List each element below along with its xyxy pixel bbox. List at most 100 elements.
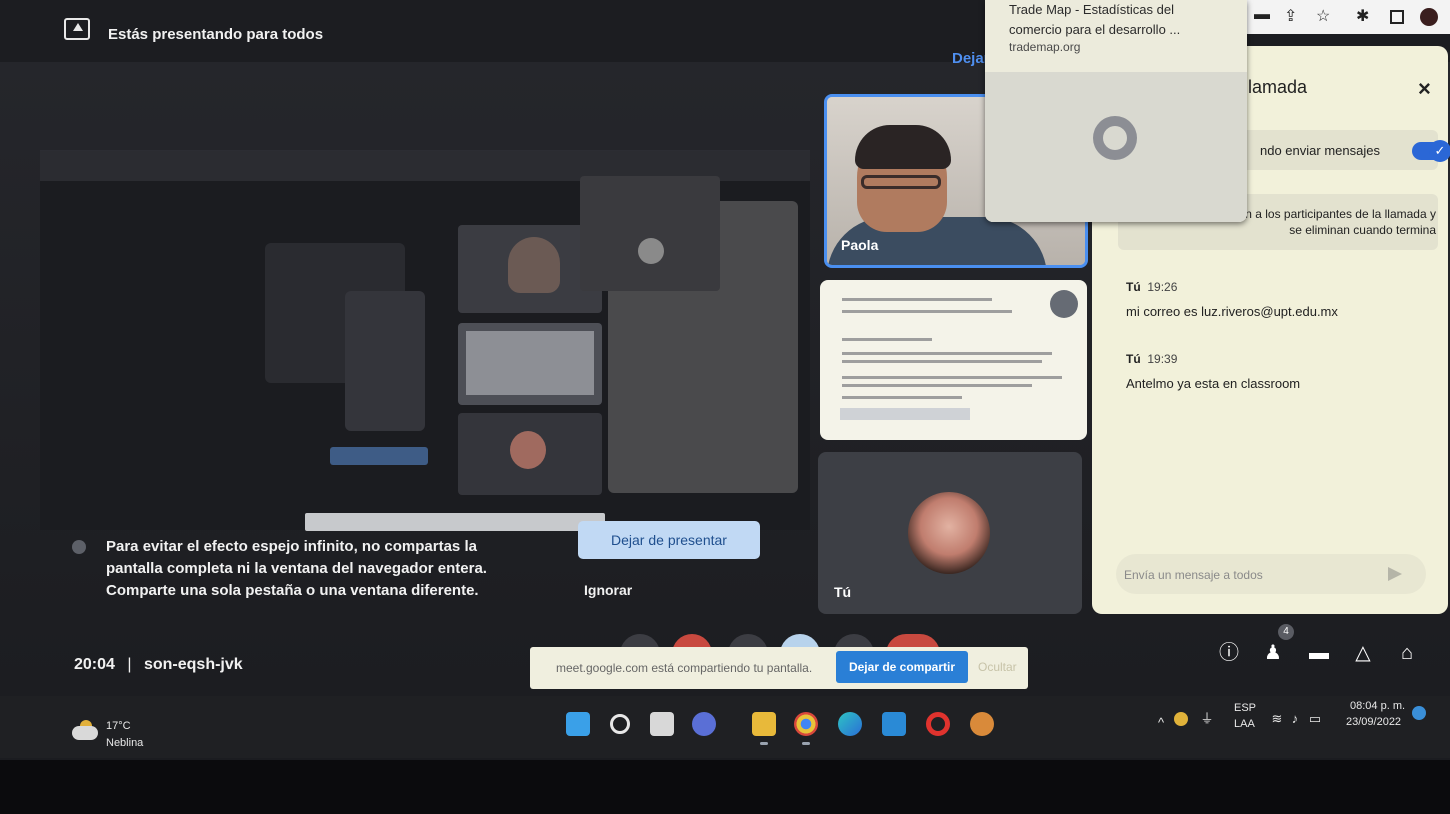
screen-share-notification-bar: meet.google.com está compartiendo tu pan… <box>530 647 1028 689</box>
stop-presenting-button[interactable]: Dejar de presentar <box>578 521 760 559</box>
hide-link[interactable]: Ocultar <box>978 660 1017 674</box>
extensions-puzzle-icon[interactable]: ✱ <box>1356 6 1369 26</box>
paint-icon[interactable] <box>970 712 994 736</box>
share-icon[interactable]: ⇪ <box>1284 6 1297 26</box>
notifications-icon[interactable] <box>1412 706 1426 720</box>
send-icon[interactable] <box>1388 567 1402 581</box>
stop-presenting-link[interactable]: Dejar <box>952 50 990 67</box>
meeting-separator: | <box>127 656 132 673</box>
mirror-document-content <box>466 331 594 395</box>
clock-time[interactable]: 08:04 p. m. <box>1350 700 1405 712</box>
monitor-screen: Estás presentando para todos Dejar ▬ ⇪ ☆… <box>0 0 1450 814</box>
globe-icon <box>1093 116 1137 160</box>
info-icon[interactable]: ⓘ <box>1218 642 1240 664</box>
mirror-share-bar <box>305 513 605 531</box>
opera-icon[interactable] <box>926 712 950 736</box>
weather-cloud-icon[interactable] <box>72 726 98 740</box>
bookmark-star-icon[interactable]: ☆ <box>1316 6 1330 26</box>
profile-avatar[interactable] <box>1420 8 1438 26</box>
shared-screen-mirror <box>40 150 810 531</box>
chrome-icon[interactable] <box>794 712 818 736</box>
language-code[interactable]: ESP <box>1234 702 1256 714</box>
info-icon <box>72 540 86 554</box>
mirror-panel <box>345 291 425 431</box>
document-line <box>842 310 1012 313</box>
host-controls-lock-icon[interactable]: ⌂ <box>1396 642 1418 664</box>
battery-icon[interactable]: ▭ <box>1308 712 1322 726</box>
allow-messages-toggle[interactable]: ✓ <box>1412 140 1450 162</box>
chat-permission-label: ndo enviar mensajes <box>1260 143 1380 158</box>
stop-sharing-button[interactable]: Dejar de compartir <box>836 651 968 683</box>
mirror-document-tile <box>458 323 602 405</box>
people-icon[interactable]: ♟ <box>1262 642 1284 664</box>
message-text: mi correo es luz.riveros@upt.edu.mx <box>1126 304 1338 319</box>
chevron-up-icon[interactable]: ^ <box>1154 716 1168 730</box>
close-icon[interactable]: × <box>1418 76 1431 102</box>
meeting-time: 20:04 <box>74 656 115 673</box>
mirror-globe-icon <box>638 238 664 264</box>
participant-tile-self[interactable]: Tú <box>818 452 1082 614</box>
active-indicator <box>802 742 810 745</box>
search-icon[interactable] <box>610 714 630 734</box>
message-time: 19:39 <box>1147 352 1178 366</box>
cast-icon[interactable]: ▬ <box>1254 6 1270 24</box>
document-line <box>842 384 1032 387</box>
weather-temperature[interactable]: 17°C <box>106 720 131 732</box>
message-header: Tú 19:39 <box>1126 352 1177 366</box>
sharebar-text: meet.google.com está compartiendo tu pan… <box>556 661 813 675</box>
file-explorer-icon[interactable] <box>752 712 776 736</box>
presenting-banner-text: Estás presentando para todos <box>108 26 324 43</box>
message-time: 19:26 <box>1147 280 1178 294</box>
ignore-button[interactable]: Ignorar <box>584 582 632 598</box>
participant-name: Paola <box>841 237 879 253</box>
participant-glasses <box>861 175 941 189</box>
chat-message-input[interactable]: Envía un mensaje a todos <box>1116 554 1426 594</box>
microphone-icon[interactable]: ⏚ <box>1200 712 1214 726</box>
task-view-icon[interactable] <box>650 712 674 736</box>
clock-date[interactable]: 23/09/2022 <box>1346 716 1401 728</box>
meeting-info: 20:04 | son-eqsh-jvk <box>74 656 243 674</box>
muted-mic-icon <box>1050 290 1078 318</box>
active-indicator <box>760 742 768 745</box>
keyboard-layout[interactable]: LAA <box>1234 718 1255 730</box>
self-avatar <box>908 492 990 574</box>
document-line <box>842 298 992 301</box>
participant-hair <box>855 125 951 169</box>
windows-taskbar <box>0 696 1450 758</box>
chat-input-placeholder: Envía un mensaje a todos <box>1124 568 1263 582</box>
document-line <box>842 396 962 399</box>
document-line <box>842 376 1062 379</box>
presentation-caption <box>840 408 970 420</box>
activities-icon[interactable]: △ <box>1352 642 1374 664</box>
document-line <box>842 338 932 341</box>
message-sender: Tú <box>1126 280 1141 294</box>
mirror-warning-text: Para evitar el efecto espejo infinito, n… <box>106 538 487 599</box>
edge-icon[interactable] <box>838 712 862 736</box>
participants-badge: 4 <box>1278 624 1294 640</box>
volume-icon[interactable]: ♪ <box>1288 712 1302 726</box>
mirror-participant-face <box>508 237 560 293</box>
mirror-popup <box>580 176 720 291</box>
mail-icon[interactable] <box>882 712 906 736</box>
participant-name: Tú <box>834 584 852 600</box>
wifi-icon[interactable]: ≋ <box>1270 712 1284 726</box>
teams-chat-icon[interactable] <box>692 712 716 736</box>
meeting-code: son-eqsh-jvk <box>143 656 243 673</box>
document-line <box>842 352 1052 355</box>
chat-icon[interactable]: ▬ <box>1308 642 1330 664</box>
norton-icon[interactable] <box>1174 712 1188 726</box>
mirror-stop-button <box>330 447 428 465</box>
presentation-tile[interactable] <box>820 280 1087 440</box>
weather-condition[interactable]: Neblina <box>106 737 143 749</box>
hover-card-url: trademap.org <box>1009 40 1081 54</box>
document-line <box>842 360 1042 363</box>
monitor-bezel <box>0 760 1450 814</box>
checkmark-icon: ✓ <box>1429 140 1450 162</box>
mirror-self-tile <box>458 413 602 495</box>
tab-hover-card: Trade Map - Estadísticas del comercio pa… <box>985 0 1247 222</box>
hover-card-title: Trade Map - Estadísticas del comercio pa… <box>1009 2 1181 37</box>
mirror-self-avatar <box>510 431 546 469</box>
message-header: Tú 19:26 <box>1126 280 1177 294</box>
windows-start-icon[interactable] <box>566 712 590 736</box>
window-icon[interactable] <box>1390 10 1404 24</box>
